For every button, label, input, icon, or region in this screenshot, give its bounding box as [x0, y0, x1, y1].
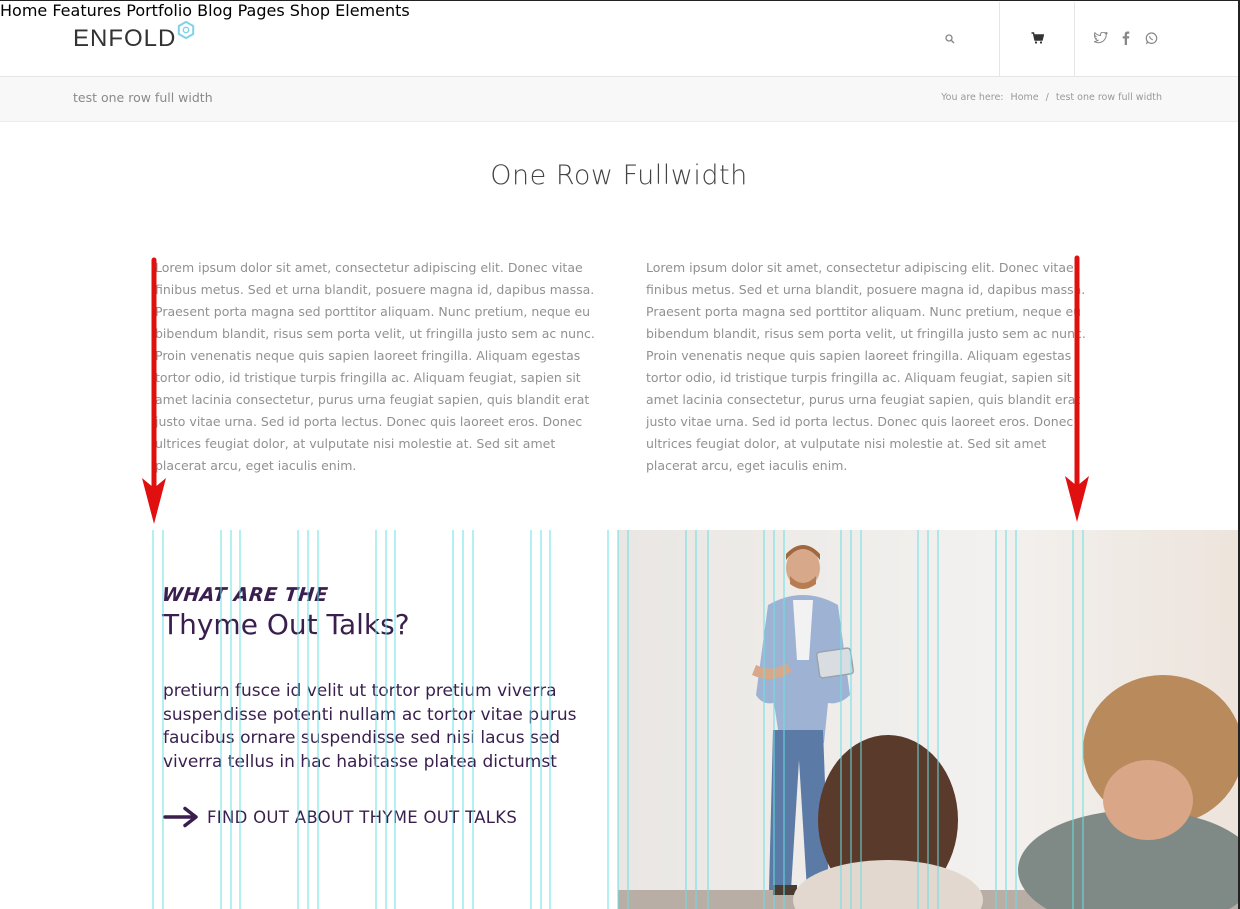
header-divider	[999, 2, 1000, 77]
speaker-photo	[618, 530, 1238, 909]
text-column-left: Lorem ipsum dolor sit amet, consectetur …	[155, 260, 595, 473]
annotation-arrow-right	[1065, 255, 1089, 522]
breadcrumb-home[interactable]: Home	[1011, 92, 1039, 103]
text-column-right: Lorem ipsum dolor sit amet, consectetur …	[646, 260, 1086, 473]
logo-hexagon-icon	[177, 21, 195, 39]
cta-label: FIND OUT ABOUT THYME OUT TALKS	[207, 807, 518, 827]
site-logo[interactable]: ENFOLD	[73, 25, 176, 53]
nav-shop[interactable]: Shop	[290, 1, 330, 20]
facebook-icon[interactable]	[1122, 31, 1130, 45]
arrow-right-icon	[163, 806, 198, 828]
promo-kicker: WHAT ARE THE	[160, 584, 330, 606]
nav-home[interactable]: Home	[0, 1, 47, 20]
page-title: One Row Fullwidth	[490, 160, 748, 191]
breadcrumb-prefix: You are here:	[941, 92, 1004, 103]
page-label[interactable]: test one row full width	[73, 90, 213, 105]
whatsapp-icon[interactable]	[1145, 32, 1158, 45]
search-icon[interactable]	[945, 34, 955, 44]
breadcrumb-current[interactable]: test one row full width	[1056, 92, 1162, 103]
cta-link[interactable]: FIND OUT ABOUT THYME OUT TALKS	[163, 806, 517, 828]
nav-features[interactable]: Features	[52, 1, 121, 20]
site-header: ENFOLD Home Features Portfolio Blog Page…	[0, 1, 1238, 77]
cart-icon[interactable]	[1031, 32, 1044, 44]
twitter-icon[interactable]	[1094, 32, 1108, 44]
header-divider	[1074, 2, 1075, 77]
promo-headline: Thyme Out Talks?	[162, 608, 410, 641]
breadcrumb-separator: /	[1045, 92, 1049, 103]
nav-portfolio[interactable]: Portfolio	[126, 1, 192, 20]
nav-blog[interactable]: Blog	[197, 1, 232, 20]
main-nav: Home Features Portfolio Blog Pages Shop …	[0, 1, 1238, 20]
breadcrumb: You are here: Home / test one row full w…	[941, 92, 1162, 103]
title-bar: test one row full width You are here: Ho…	[0, 77, 1238, 122]
promo-body: pretium fusce id velit ut tortor pretium…	[163, 681, 577, 772]
annotation-arrow-left	[142, 257, 166, 524]
nav-pages[interactable]: Pages	[238, 1, 285, 20]
nav-elements[interactable]: Elements	[335, 1, 410, 20]
